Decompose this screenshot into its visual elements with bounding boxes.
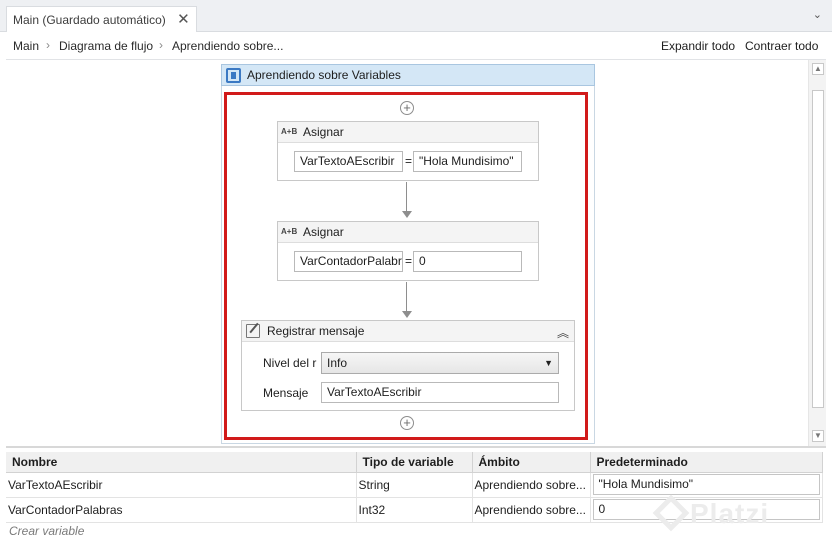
activity-header: A+B Asignar [278,122,538,143]
chevron-right-icon: › [159,38,163,52]
document-tab-bar: Main (Guardado automático) ✕ ⌄ [0,0,832,32]
level-select[interactable]: Info ▼ [321,352,559,374]
variable-scope[interactable]: Aprendiendo sobre... [472,497,591,523]
activity-title: Asignar [303,125,344,139]
assign-value-field[interactable]: 0 [413,251,522,272]
level-label: Nivel del r [263,356,317,370]
message-label: Mensaje [263,386,309,400]
breadcrumb-item-main[interactable]: Main [13,39,39,53]
sequence-icon [226,68,241,83]
tab-main[interactable]: Main (Guardado automático) ✕ [6,6,197,32]
variable-name[interactable]: VarTextoAEscribir [6,472,357,498]
assign-activity-2[interactable]: A+B Asignar VarContadorPalabr = 0 [277,221,539,281]
variable-type[interactable]: Int32 [356,497,473,523]
tab-title: Main (Guardado automático) [13,13,166,27]
activity-header: A+B Asignar [278,222,538,243]
breadcrumb-item-flowchart[interactable]: Diagrama de flujo [59,39,153,53]
expand-all-button[interactable]: Expandir todo [661,39,735,53]
arrow-down-icon [402,311,412,318]
activity-header: Registrar mensaje ︽ [242,321,574,342]
activity-title: Asignar [303,225,344,239]
variable-type[interactable]: String [356,472,473,498]
column-header-name[interactable]: Nombre [6,452,357,473]
vertical-scrollbar[interactable]: ▲ ▼ [808,60,826,446]
column-header-scope[interactable]: Ámbito [472,452,591,473]
variable-name[interactable]: VarContadorPalabras [6,497,357,523]
equals-sign: = [405,254,413,268]
assign-icon: A+B [281,127,298,136]
assign-icon: A+B [281,227,298,236]
breadcrumb: Main › Diagrama de flujo › Aprendiendo s… [6,32,826,60]
activity-title: Registrar mensaje [267,324,365,338]
column-header-default[interactable]: Predeterminado [590,452,823,473]
arrow-down-icon [402,211,412,218]
breadcrumb-item-sequence[interactable]: Aprendiendo sobre... [172,39,283,53]
assign-to-field[interactable]: VarTextoAEscribir [294,151,403,172]
assign-value-field[interactable]: "Hola Mundisimo" [413,151,522,172]
table-row[interactable]: VarTextoAEscribir String Aprendiendo sob… [6,472,823,498]
chevron-right-icon: › [46,38,50,52]
message-field[interactable]: VarTextoAEscribir [321,382,559,403]
variable-default[interactable]: "Hola Mundisimo" [590,472,823,498]
assign-activity-1[interactable]: A+B Asignar VarTextoAEscribir = "Hola Mu… [277,121,539,181]
flow-connector [406,282,407,312]
sequence-title: Aprendiendo sobre Variables [247,68,401,82]
flow-connector [406,182,407,212]
sequence-header[interactable]: Aprendiendo sobre Variables [221,64,595,86]
assign-to-field[interactable]: VarContadorPalabr [294,251,403,272]
add-activity-top-icon[interactable]: + [400,101,414,115]
watermark: Platzi [690,498,770,529]
log-message-icon [246,324,260,338]
collapse-icon[interactable]: ︽ [557,324,569,341]
close-icon[interactable]: ✕ [177,7,190,33]
add-activity-bottom-icon[interactable]: + [400,416,414,430]
collapse-all-button[interactable]: Contraer todo [745,39,818,53]
dropdown-arrow-icon: ▼ [544,358,553,368]
scroll-down-icon[interactable]: ▼ [812,430,824,442]
default-value-field[interactable]: "Hola Mundisimo" [592,474,820,495]
table-header-row: Nombre Tipo de variable Ámbito Predeterm… [6,452,823,473]
level-value: Info [327,356,348,370]
create-variable-link[interactable]: Crear variable [9,524,84,538]
variable-scope[interactable]: Aprendiendo sobre... [472,472,591,498]
equals-sign: = [405,154,413,168]
log-message-activity[interactable]: Registrar mensaje ︽ Nivel del r Info ▼ M… [241,320,575,411]
scroll-up-icon[interactable]: ▲ [812,63,824,75]
scrollbar-thumb[interactable] [812,90,824,408]
chevron-down-icon[interactable]: ⌄ [813,8,822,21]
column-header-type[interactable]: Tipo de variable [356,452,473,473]
